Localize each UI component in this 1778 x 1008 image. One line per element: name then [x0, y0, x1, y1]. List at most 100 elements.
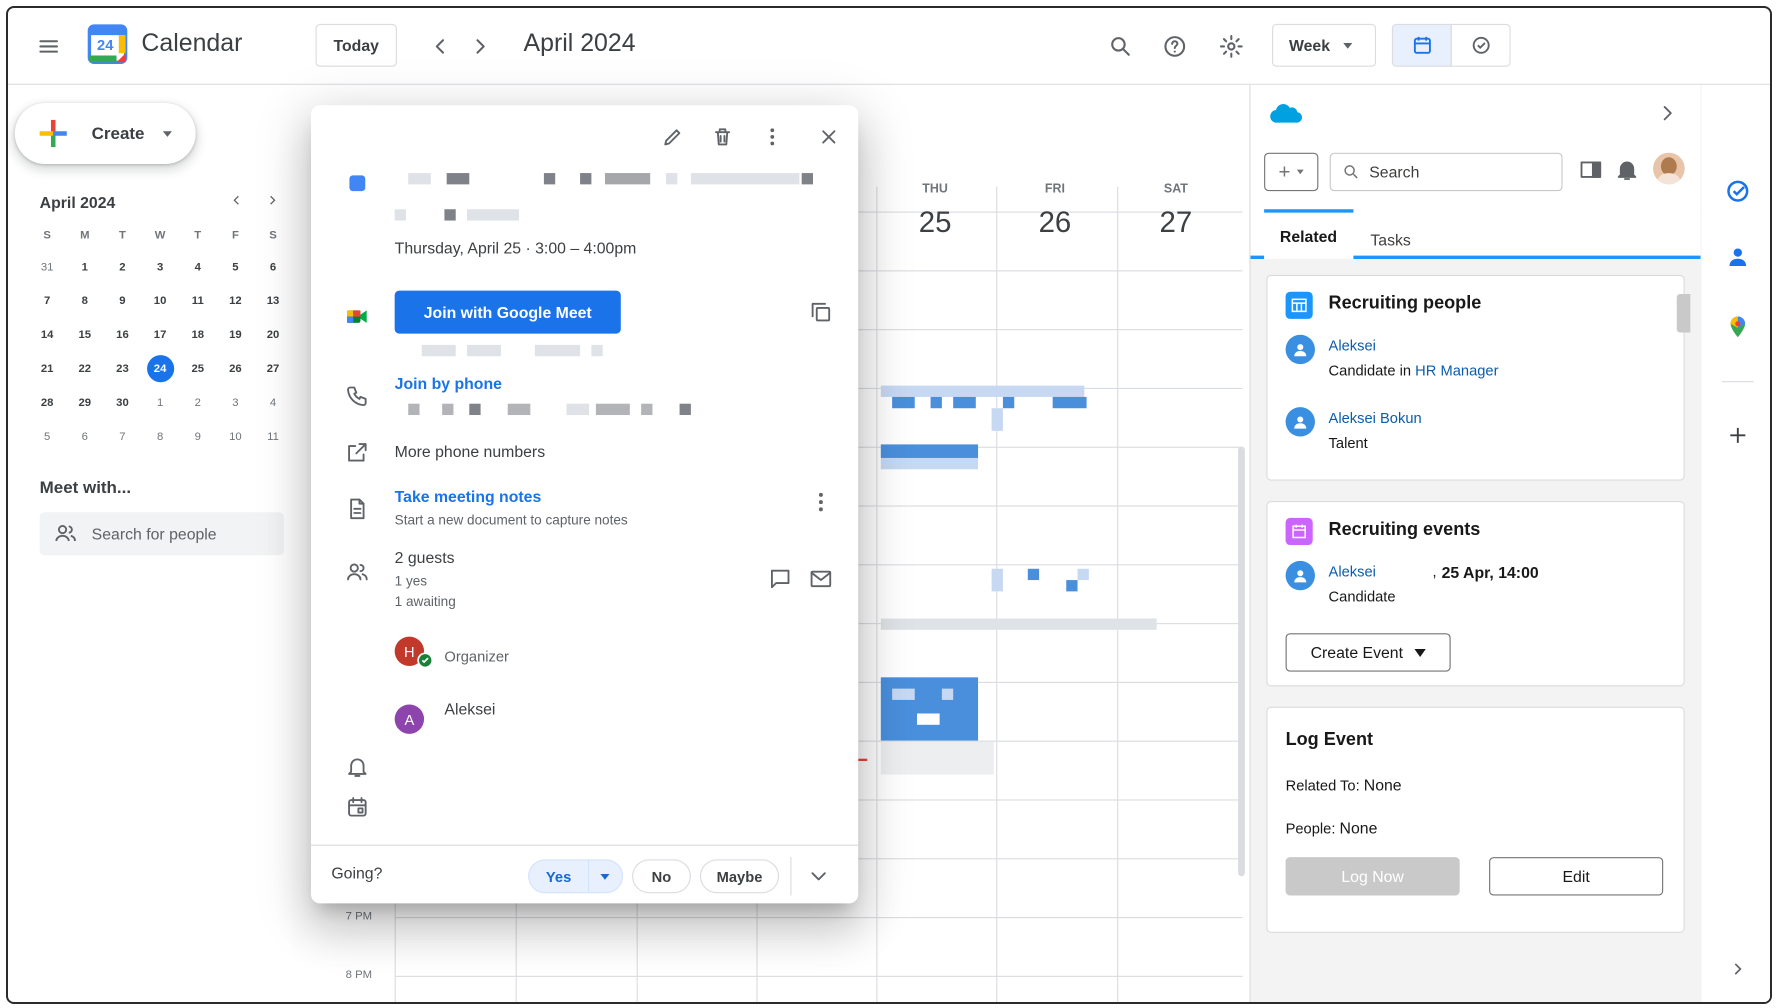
mini-day-cell[interactable]: 6: [66, 420, 104, 454]
mini-day-cell[interactable]: 28: [28, 386, 66, 420]
day-header-thu[interactable]: THU 25: [876, 182, 994, 240]
mini-day-cell[interactable]: 18: [179, 318, 217, 352]
mini-day-cell[interactable]: 14: [28, 318, 66, 352]
notifications-bell-icon[interactable]: [1615, 157, 1640, 188]
tasks-addon-icon[interactable]: [1722, 175, 1754, 207]
mini-day-cell[interactable]: 4: [179, 250, 217, 284]
search-for-people-input[interactable]: Search for people: [39, 512, 284, 556]
contacts-addon-icon[interactable]: [1722, 241, 1754, 273]
rsvp-maybe-button[interactable]: Maybe: [699, 859, 780, 894]
email-icon[interactable]: [808, 567, 833, 598]
mini-day-cell[interactable]: 7: [104, 420, 142, 454]
grid-scrollbar[interactable]: [1238, 446, 1245, 877]
create-event-button[interactable]: Create Event: [1285, 633, 1451, 672]
mini-day-cell[interactable]: 7: [28, 284, 66, 318]
mini-day-cell[interactable]: 24: [141, 352, 179, 386]
mini-day-cell[interactable]: 25: [179, 352, 217, 386]
card-collapse-handle[interactable]: [1676, 294, 1691, 333]
main-menu-icon[interactable]: [26, 24, 71, 69]
mini-day-cell[interactable]: 9: [104, 284, 142, 318]
delete-trash-icon[interactable]: [702, 117, 743, 158]
mini-day-cell[interactable]: 21: [28, 352, 66, 386]
mini-day-cell[interactable]: 31: [28, 250, 66, 284]
panel-layout-icon[interactable]: [1578, 157, 1603, 188]
caret-down-icon[interactable]: [600, 873, 610, 880]
add-addon-plus-icon[interactable]: [1722, 420, 1754, 452]
mini-day-cell[interactable]: 17: [141, 318, 179, 352]
settings-gear-icon[interactable]: [1209, 24, 1254, 69]
previous-week-chevron-icon[interactable]: [417, 24, 462, 69]
next-week-chevron-icon[interactable]: [458, 24, 503, 69]
mini-day-cell[interactable]: 13: [254, 284, 292, 318]
edit-pencil-icon[interactable]: [652, 117, 693, 158]
chat-icon[interactable]: [768, 567, 793, 598]
mini-day-cell[interactable]: 9: [179, 420, 217, 454]
mini-day-cell[interactable]: 19: [217, 318, 255, 352]
maps-addon-icon[interactable]: [1722, 311, 1754, 343]
search-icon[interactable]: [1098, 24, 1143, 69]
day-header-sat[interactable]: SAT 27: [1117, 182, 1235, 240]
mini-day-cell[interactable]: 20: [254, 318, 292, 352]
hr-manager-link[interactable]: HR Manager: [1415, 362, 1498, 379]
mini-day-cell[interactable]: 5: [217, 250, 255, 284]
mini-day-cell[interactable]: 30: [104, 386, 142, 420]
tasks-view-toggle[interactable]: [1450, 23, 1511, 67]
today-button[interactable]: Today: [315, 23, 397, 67]
join-by-phone-link[interactable]: Join by phone: [395, 374, 502, 392]
person-link-aleksei[interactable]: Aleksei: [1329, 337, 1376, 354]
mini-day-cell[interactable]: 10: [217, 420, 255, 454]
notes-more-options-icon[interactable]: [808, 490, 833, 521]
create-button[interactable]: Create: [14, 102, 196, 165]
collapse-panel-chevron-icon[interactable]: [1655, 101, 1680, 132]
help-icon[interactable]: [1152, 24, 1197, 69]
tab-related[interactable]: Related: [1264, 209, 1353, 259]
rsvp-no-button[interactable]: No: [632, 859, 691, 894]
mini-day-cell[interactable]: 15: [66, 318, 104, 352]
mini-day-cell[interactable]: 29: [66, 386, 104, 420]
more-phone-numbers-link[interactable]: More phone numbers: [395, 442, 545, 460]
mini-day-cell[interactable]: 23: [104, 352, 142, 386]
guest-avatar[interactable]: A: [394, 704, 425, 734]
edit-button[interactable]: Edit: [1489, 857, 1664, 896]
more-options-icon[interactable]: [752, 117, 793, 158]
mini-day-cell[interactable]: 4: [254, 386, 292, 420]
expand-chevron-down-icon[interactable]: [806, 864, 831, 895]
expand-rail-chevron-icon[interactable]: [1722, 953, 1754, 985]
mini-day-cell[interactable]: 8: [141, 420, 179, 454]
mini-day-cell[interactable]: 1: [141, 386, 179, 420]
mini-day-cell[interactable]: 2: [179, 386, 217, 420]
sf-search-input[interactable]: Search: [1329, 152, 1563, 192]
sf-global-actions-button[interactable]: +: [1264, 152, 1319, 192]
mini-day-cell[interactable]: 26: [217, 352, 255, 386]
mini-day-cell[interactable]: 6: [254, 250, 292, 284]
mini-day-cell[interactable]: 2: [104, 250, 142, 284]
rsvp-yes-button[interactable]: Yes: [528, 859, 624, 894]
mini-day-cell[interactable]: 3: [141, 250, 179, 284]
log-now-button[interactable]: Log Now: [1285, 857, 1460, 896]
mini-day-cell[interactable]: 1: [66, 250, 104, 284]
mini-day-cell[interactable]: 27: [254, 352, 292, 386]
mini-day-cell[interactable]: 8: [66, 284, 104, 318]
mini-day-cell[interactable]: 16: [104, 318, 142, 352]
person-link-aleksei-bokun[interactable]: Aleksei Bokun: [1329, 409, 1422, 426]
tab-tasks[interactable]: Tasks: [1355, 221, 1427, 259]
document-icon: [345, 496, 370, 527]
mini-day-cell[interactable]: 10: [141, 284, 179, 318]
copy-icon[interactable]: [808, 300, 833, 331]
join-google-meet-button[interactable]: Join with Google Meet: [394, 290, 621, 334]
mini-next-chevron-icon[interactable]: [257, 184, 289, 216]
day-header-fri[interactable]: FRI 26: [996, 182, 1114, 240]
mini-day-cell[interactable]: 3: [217, 386, 255, 420]
mini-day-cell[interactable]: 22: [66, 352, 104, 386]
mini-prev-chevron-icon[interactable]: [221, 184, 253, 216]
take-meeting-notes-link[interactable]: Take meeting notes: [395, 487, 542, 505]
mini-day-cell[interactable]: 12: [217, 284, 255, 318]
event-person-link[interactable]: Aleksei: [1329, 563, 1376, 580]
close-icon[interactable]: [808, 117, 849, 158]
mini-day-cell[interactable]: 11: [179, 284, 217, 318]
calendar-view-toggle[interactable]: [1391, 23, 1452, 67]
mini-day-cell[interactable]: 5: [28, 420, 66, 454]
user-avatar[interactable]: [1653, 152, 1685, 185]
view-selector-dropdown[interactable]: Week: [1272, 23, 1377, 67]
mini-day-cell[interactable]: 11: [254, 420, 292, 454]
